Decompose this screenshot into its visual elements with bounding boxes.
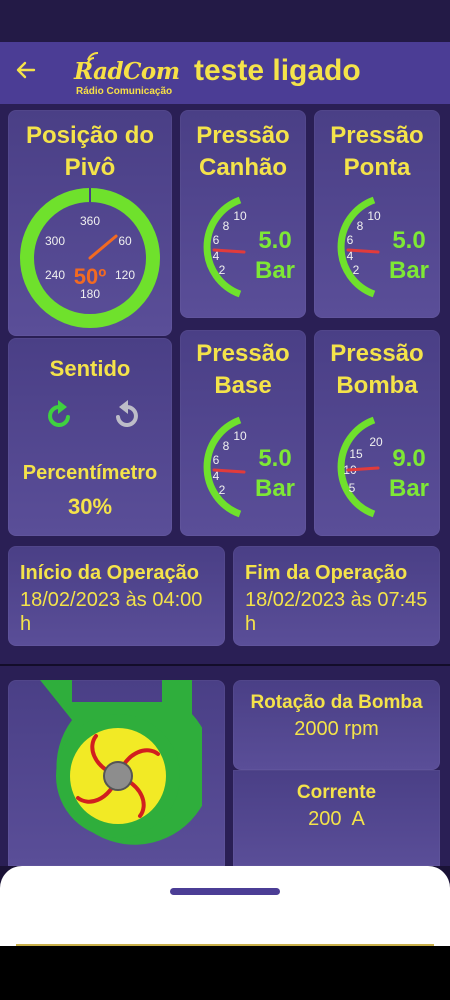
pump-current-value: 200 A <box>308 808 365 830</box>
pressure-card-base[interactable]: Pressão Base 2 4 6 8 10 5.0 Bar <box>180 330 306 536</box>
logo-subtitle: Rádio Comunicação <box>76 86 173 97</box>
pump-icon <box>40 680 202 845</box>
pivot-value: 50º <box>74 264 107 289</box>
operation-end-title: Fim da Operação <box>245 562 408 584</box>
gauge-needle <box>346 248 380 254</box>
pressure-title-line1: Pressão <box>196 340 290 367</box>
sheet-drag-handle[interactable] <box>170 888 280 895</box>
pressure-title-line1: Pressão <box>330 122 424 149</box>
pivot-tick: 120 <box>115 268 135 282</box>
pump-rotation-value: 2000 rpm <box>294 718 379 740</box>
gauge-needle <box>346 466 380 472</box>
pivot-tick: 300 <box>45 234 65 248</box>
gauge-tick: 10 <box>233 209 247 223</box>
arrow-left-icon <box>16 61 36 79</box>
pressure-value: 5.0 <box>258 227 292 254</box>
percentimeter-label: Percentímetro <box>22 462 158 484</box>
pressure-card-bomba[interactable]: Pressão Bomba 5 10 15 20 9.0 Bar <box>314 330 440 536</box>
rotate-counterclockwise-icon <box>116 400 138 427</box>
pressure-title-line2: Base <box>214 372 272 399</box>
pivot-tick: 360 <box>80 214 100 228</box>
pump-current-title: Corrente <box>296 782 377 803</box>
status-bar <box>0 0 450 42</box>
pressure-title-line1: Pressão <box>196 122 290 149</box>
app-header: RadCom Rádio Comunicação teste ligado <box>0 42 450 104</box>
pivot-title-line2: Pivô <box>64 154 116 181</box>
pivot-tick: 60 <box>118 234 132 248</box>
pump-current-card: Corrente 200 A <box>233 770 440 866</box>
direction-label: Sentido <box>49 356 131 381</box>
pivot-title-line1: Posição do <box>25 122 155 149</box>
gauge-tick: 5 <box>349 481 356 495</box>
rotate-clockwise-button[interactable] <box>42 396 78 432</box>
gauge-tick: 20 <box>369 435 383 449</box>
pivot-gauge: 360 60 120 180 240 300 50º <box>20 188 160 328</box>
gauge-tick: 15 <box>349 447 363 461</box>
radcom-logo: RadCom Rádio Comunicação <box>70 48 180 100</box>
direction-card: Sentido Percentímetro 30% <box>8 338 172 536</box>
operation-end-card: Fim da Operação 18/02/2023 às 07:45 h <box>233 546 440 646</box>
rotate-counterclockwise-button[interactable] <box>108 396 144 432</box>
pressure-value: 5.0 <box>258 445 292 472</box>
pivot-tick: 180 <box>80 287 100 301</box>
gauge-tick: 6 <box>347 233 354 247</box>
page-title: teste ligado <box>194 54 361 87</box>
rotate-clockwise-icon <box>48 400 70 427</box>
pump-section: Rotação da Bomba 2000 rpm Corrente 200 A <box>0 666 450 866</box>
bottom-sheet[interactable] <box>0 866 450 946</box>
pump-card <box>8 680 225 866</box>
pump-rotation-card: Rotação da Bomba 2000 rpm <box>233 680 440 770</box>
gauge-tick: 2 <box>219 483 226 497</box>
pressure-unit: Bar <box>254 475 296 502</box>
pressure-title-line2: Bomba <box>336 372 418 399</box>
gauge-needle <box>212 248 246 254</box>
pressure-card-canhao[interactable]: Pressão Canhão 2 4 6 8 10 5.0 Bar <box>180 110 306 318</box>
pivot-tick: 240 <box>45 268 65 282</box>
back-button[interactable] <box>14 58 46 88</box>
pump-rotation-title: Rotação da Bomba <box>250 692 423 713</box>
pressure-title-line2: Ponta <box>343 154 411 181</box>
pressure-unit: Bar <box>388 257 430 284</box>
gauge-tick: 6 <box>213 453 220 467</box>
gauge-tick: 8 <box>223 219 230 233</box>
percentimeter-value: 30% <box>67 494 113 519</box>
pressure-card-ponta[interactable]: Pressão Ponta 2 4 6 8 10 5.0 Bar <box>314 110 440 318</box>
pivot-needle <box>88 234 118 260</box>
pressure-unit: Bar <box>388 475 430 502</box>
pressure-unit: Bar <box>254 257 296 284</box>
operation-end-text: 18/02/2023 às 07:45 h <box>245 589 428 635</box>
logo-name: RadCom <box>74 58 180 85</box>
gauge-tick: 2 <box>353 263 360 277</box>
gauge-tick: 10 <box>367 209 381 223</box>
pressure-title-line2: Canhão <box>198 154 287 181</box>
gauge-tick: 8 <box>223 439 230 453</box>
gauge-tick: 10 <box>233 429 247 443</box>
operation-start-text: 18/02/2023 às 04:00 h <box>20 589 203 635</box>
gauge-tick: 8 <box>357 219 364 233</box>
gauge-needle <box>212 468 246 474</box>
gauge-tick: 6 <box>213 233 220 247</box>
operation-start-title: Início da Operação <box>20 562 199 584</box>
pivot-position-card[interactable]: Posição do Pivô 360 60 120 180 240 300 5… <box>8 110 172 336</box>
gauge-tick: 2 <box>219 263 226 277</box>
pressure-value: 9.0 <box>392 445 426 472</box>
pressure-value: 5.0 <box>392 227 426 254</box>
dashboard: Posição do Pivô 360 60 120 180 240 300 5… <box>0 104 450 664</box>
pressure-title-line1: Pressão <box>330 340 424 367</box>
system-navigation-bar <box>0 946 450 1000</box>
operation-start-card: Início da Operação 18/02/2023 às 04:00 h <box>8 546 225 646</box>
